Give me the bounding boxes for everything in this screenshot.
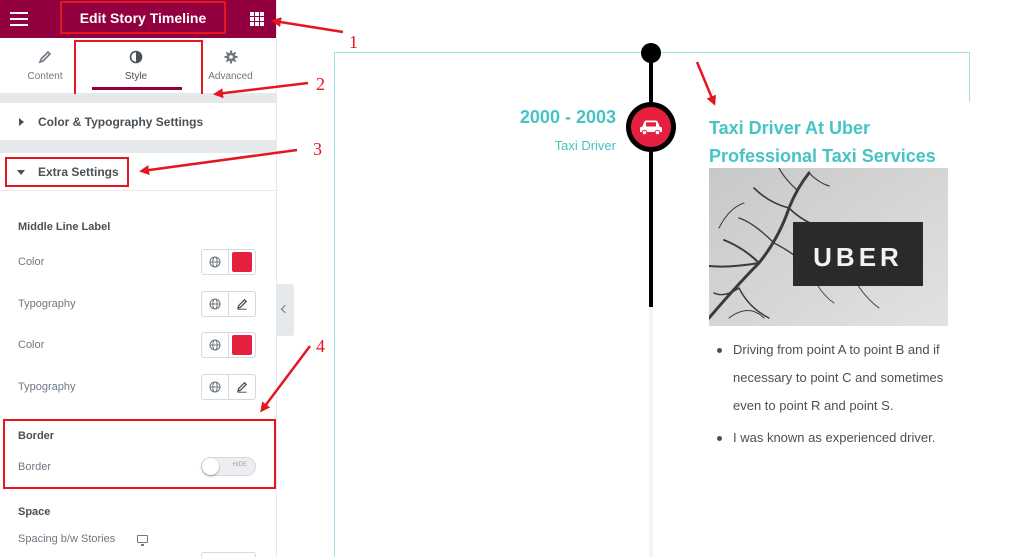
color-swatch bbox=[232, 252, 253, 272]
color-picker-button[interactable] bbox=[228, 250, 255, 274]
timeline-axis-line bbox=[649, 52, 653, 307]
color-picker-button[interactable] bbox=[228, 333, 255, 357]
panel-header: Edit Story Timeline bbox=[0, 0, 276, 38]
section-divider bbox=[0, 141, 276, 153]
timeline-axis-line-empty bbox=[649, 307, 653, 557]
typography-control bbox=[201, 374, 256, 400]
annotation-number-3: 3 bbox=[313, 139, 322, 159]
menu-icon[interactable] bbox=[10, 12, 28, 26]
color-control bbox=[201, 249, 256, 275]
typography-label: Typography bbox=[18, 298, 76, 310]
annotation-box-border bbox=[3, 419, 276, 489]
section-divider bbox=[0, 94, 276, 103]
panel-collapse-toggle[interactable] bbox=[277, 284, 294, 336]
globe-icon bbox=[209, 298, 221, 310]
pencil-icon bbox=[237, 381, 248, 393]
caret-right-icon bbox=[19, 118, 24, 126]
annotation-arrow-1 bbox=[271, 17, 344, 34]
image-sign-text: UBER bbox=[813, 242, 903, 272]
spacing-input[interactable] bbox=[201, 552, 256, 557]
annotation-number-2: 2 bbox=[316, 74, 325, 94]
timeline-subtitle: Taxi Driver bbox=[554, 138, 616, 153]
story-bullet-list: Driving from point A to point B and if n… bbox=[717, 336, 957, 456]
color-label: Color bbox=[18, 256, 45, 268]
spacing-label: Spacing b/w Stories bbox=[18, 533, 116, 545]
timeline-year: 2000 - 2003 bbox=[519, 107, 616, 127]
typography-label: Typography bbox=[18, 381, 76, 393]
color-label: Color bbox=[18, 339, 45, 351]
global-typography-button[interactable] bbox=[202, 375, 228, 399]
color-control bbox=[201, 332, 256, 358]
desktop-icon[interactable] bbox=[137, 535, 148, 546]
annotation-box-style-tab bbox=[74, 40, 203, 98]
globe-icon bbox=[209, 256, 221, 268]
global-color-button[interactable] bbox=[202, 333, 228, 357]
globe-icon bbox=[209, 339, 221, 351]
section-color-typography[interactable]: Color & Typography Settings bbox=[0, 103, 276, 141]
section-color-typography-label: Color & Typography Settings bbox=[38, 115, 204, 129]
list-item: Driving from point A to point B and if n… bbox=[717, 336, 957, 420]
middle-line-label-heading: Middle Line Label bbox=[18, 221, 111, 233]
global-typography-button[interactable] bbox=[202, 292, 228, 316]
annotation-number-1: 1 bbox=[349, 32, 358, 52]
timeline-marker bbox=[626, 102, 676, 152]
annotation-box-extra-settings bbox=[5, 157, 129, 187]
color-swatch bbox=[232, 335, 253, 355]
widgets-grid-icon[interactable] bbox=[250, 12, 264, 26]
editor-panel: Edit Story Timeline Content Style Advanc… bbox=[0, 0, 277, 557]
list-item: I was known as experienced driver. bbox=[717, 424, 957, 452]
panel-title: Edit Story Timeline bbox=[60, 1, 226, 34]
edit-typography-button[interactable] bbox=[228, 375, 255, 399]
annotation-number-4: 4 bbox=[316, 336, 325, 356]
edit-typography-button[interactable] bbox=[228, 292, 255, 316]
typography-control bbox=[201, 291, 256, 317]
space-heading: Space bbox=[18, 506, 51, 518]
car-icon bbox=[640, 120, 662, 136]
globe-icon bbox=[209, 381, 221, 393]
story-image: UBER bbox=[709, 168, 948, 326]
pencil-icon bbox=[237, 298, 248, 310]
global-color-button[interactable] bbox=[202, 250, 228, 274]
pencil-icon bbox=[38, 50, 52, 64]
story-title: Taxi Driver At Uber Professional Taxi Se… bbox=[709, 118, 936, 166]
gear-icon bbox=[224, 50, 237, 64]
timeline-start-dot bbox=[641, 43, 661, 63]
